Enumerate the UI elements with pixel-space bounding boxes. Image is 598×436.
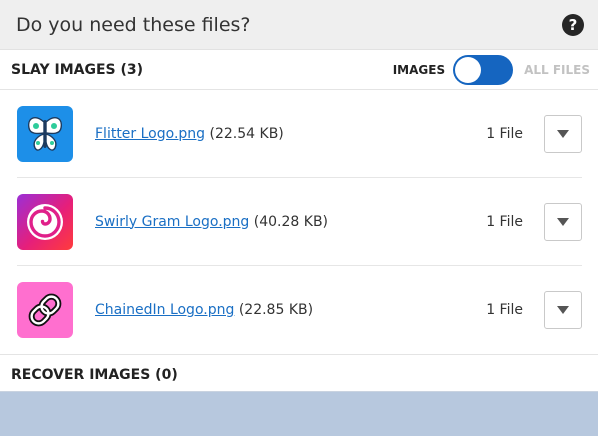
file-size: (22.85 KB) bbox=[238, 302, 314, 318]
toggle-knob bbox=[455, 56, 482, 83]
file-size: (40.28 KB) bbox=[253, 213, 329, 230]
dialog-header: Do you need these files? ? bbox=[0, 0, 598, 50]
recover-images-section-header[interactable]: RECOVER IMAGES (0) bbox=[0, 354, 598, 395]
dialog-title: Do you need these files? bbox=[16, 13, 251, 36]
slay-images-title: SLAY IMAGES (3) bbox=[11, 61, 144, 78]
file-info: ChainedIn Logo.png (22.85 KB) bbox=[95, 302, 486, 318]
butterfly-icon bbox=[17, 105, 73, 162]
question-circle-icon[interactable]: ? bbox=[562, 13, 584, 36]
file-count: 1 File bbox=[486, 125, 523, 142]
file-dropdown-button[interactable] bbox=[544, 202, 582, 241]
swirl-icon bbox=[17, 193, 73, 250]
files-dialog: Do you need these files? ? SLAY IMAGES (… bbox=[0, 0, 598, 392]
file-info: Swirly Gram Logo.png (40.28 KB) bbox=[95, 214, 486, 230]
chevron-down-icon bbox=[557, 217, 569, 226]
file-name-link[interactable]: ChainedIn Logo.png bbox=[95, 302, 234, 318]
file-name-link[interactable]: Flitter Logo.png bbox=[95, 126, 205, 142]
file-info: Flitter Logo.png (22.54 KB) bbox=[95, 126, 486, 142]
file-name-link[interactable]: Swirly Gram Logo.png bbox=[95, 214, 249, 230]
file-size: (22.54 KB) bbox=[209, 125, 284, 142]
toggle-label-all-files[interactable]: ALL FILES bbox=[524, 63, 590, 77]
file-dropdown-button[interactable] bbox=[544, 114, 582, 153]
toggle-label-images[interactable]: IMAGES bbox=[393, 63, 445, 77]
file-row: ChainedIn Logo.png (22.85 KB) 1 File bbox=[17, 266, 582, 354]
file-list: Flitter Logo.png (22.54 KB) 1 File Swirl… bbox=[0, 90, 598, 354]
filter-toggle-group: IMAGES ALL FILES bbox=[393, 54, 590, 85]
recover-images-title: RECOVER IMAGES (0) bbox=[11, 367, 178, 383]
file-row: Swirly Gram Logo.png (40.28 KB) 1 File bbox=[17, 178, 582, 266]
chevron-down-icon bbox=[557, 129, 569, 138]
file-count: 1 File bbox=[486, 302, 523, 318]
images-all-files-toggle[interactable] bbox=[453, 54, 514, 85]
slay-images-section-header: SLAY IMAGES (3) IMAGES ALL FILES bbox=[0, 50, 598, 90]
file-count: 1 File bbox=[486, 213, 523, 230]
chevron-down-icon bbox=[557, 306, 569, 314]
chain-link-icon bbox=[17, 282, 73, 338]
file-dropdown-button[interactable] bbox=[544, 291, 582, 329]
file-row: Flitter Logo.png (22.54 KB) 1 File bbox=[17, 90, 582, 178]
